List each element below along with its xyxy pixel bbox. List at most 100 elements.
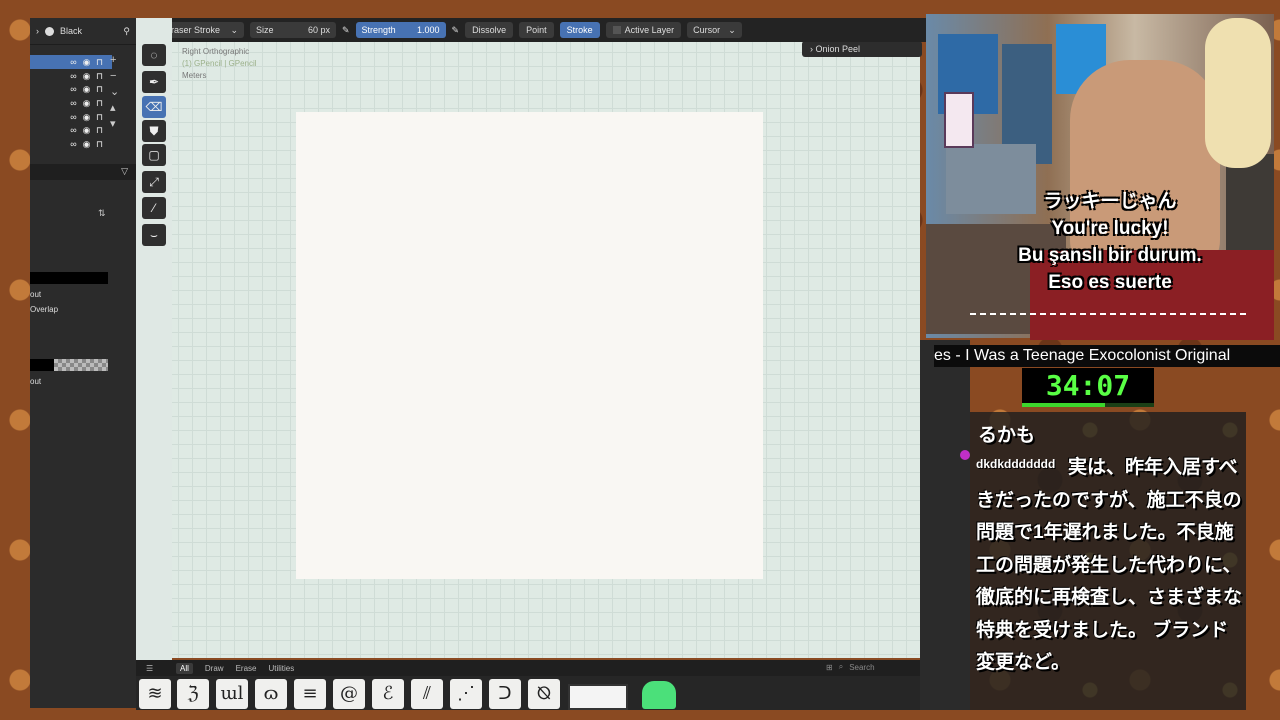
tab-utilities[interactable]: Utilities	[268, 664, 294, 673]
lock-icon: ⊓	[95, 111, 104, 122]
tint-icon[interactable]: ⤢	[142, 171, 166, 193]
brush-tile[interactable]: ɷ	[255, 679, 287, 709]
pixel-cat-sprite	[568, 684, 628, 710]
eye-icon: ◉	[82, 111, 91, 122]
outliner-panel: › Black ⚲ ∞ ◉ ⊓ ∞ ◉ ⊓ ∞ ◉ ⊓ ∞ ◉ ⊓ ∞ ◉ ⊓ ∞ ◉ ⊓ ∞ ◉ ⊓ + …	[30, 18, 136, 708]
menu-icon[interactable]: ☰	[146, 664, 153, 673]
onion-peel-panel[interactable]: › Onion Peel	[802, 41, 922, 57]
eye-icon: ◉	[82, 97, 91, 108]
chat-previous-line: るかも	[978, 425, 1036, 446]
fill-bucket-icon[interactable]: ⛊	[142, 120, 166, 142]
outliner-header: › Black ⚲	[30, 18, 136, 45]
eye-icon: ◉	[82, 70, 91, 81]
brush-tile[interactable]: @	[333, 679, 365, 709]
strength-pressure-icon[interactable]: ✎	[452, 25, 460, 36]
add-icon[interactable]: +	[110, 52, 119, 68]
object-name: (1) GPencil | GPencil	[182, 59, 257, 68]
layer-row[interactable]: ∞ ◉ ⊓	[30, 110, 112, 124]
eye-icon: ◉	[82, 56, 91, 67]
mode-dissolve-button[interactable]: Dissolve	[465, 22, 514, 38]
mode-point-button[interactable]: Point	[519, 22, 554, 38]
checkbox-icon	[612, 26, 621, 34]
option-label: Overlap	[30, 305, 59, 314]
layer-row[interactable]: ∞ ◉ ⊓	[30, 96, 112, 110]
layer-row[interactable]: ∞ ◉ ⊓	[30, 69, 112, 83]
layer-row[interactable]: ∞ ◉ ⊓	[30, 55, 112, 69]
teddy-bear	[1205, 18, 1271, 168]
alpha-swatch[interactable]	[54, 359, 108, 371]
mode-stroke-button[interactable]: Stroke	[559, 22, 600, 38]
move-down-icon[interactable]: ▾	[110, 116, 119, 132]
timer-progress-bar	[1022, 403, 1154, 407]
lock-icon: ⊓	[95, 125, 104, 136]
cursor-label: Cursor	[693, 25, 721, 35]
curve-icon[interactable]: ⌣	[142, 224, 166, 246]
chevron-down-icon: ⌄	[230, 24, 238, 35]
asset-shelf-tabs: ☰ All Draw Erase Utilities	[136, 660, 936, 676]
brush-tile[interactable]: ᑐ	[489, 679, 521, 709]
eraser-icon[interactable]: ⌫	[142, 96, 166, 118]
active-layer-toggle[interactable]: Active Layer	[605, 22, 682, 38]
color-swatch[interactable]	[30, 359, 54, 371]
brush-tile[interactable]: ⫽	[411, 679, 443, 709]
now-playing-ticker: es - I Was a Teenage Exocolonist Origina…	[934, 345, 1280, 367]
brush-tile[interactable]: ℰ	[372, 679, 404, 709]
option-label: out	[30, 290, 42, 299]
tab-erase[interactable]: Erase	[236, 664, 257, 673]
active-layer-label: Active Layer	[624, 25, 675, 35]
subtitles: ラッキーじゃん You're lucky! Bu şanslı bir duru…	[970, 188, 1250, 296]
filter-icon[interactable]: ▽	[121, 166, 128, 177]
link-icon: ∞	[70, 138, 77, 149]
tab-all[interactable]: All	[176, 662, 193, 674]
brush-tile[interactable]: ℨ	[177, 679, 209, 709]
remove-icon[interactable]: −	[110, 68, 119, 84]
layer-row[interactable]: ∞ ◉ ⊓	[30, 82, 112, 96]
timer-progress-fill	[1022, 403, 1106, 407]
size-field[interactable]: Size 60 px	[250, 22, 336, 38]
tab-draw[interactable]: Draw	[205, 664, 224, 673]
strength-label: Strength	[361, 25, 396, 35]
strength-value: 1.000	[417, 25, 440, 35]
pixel-character-sprite	[944, 92, 974, 148]
layer-row[interactable]: ∞ ◉ ⊓	[30, 137, 112, 151]
select-circle-icon[interactable]: ◌	[142, 44, 166, 66]
tool-column: ◌ ✒ ⌫ ⛊ ▢ ⤢ ⁄ ⌣	[136, 18, 172, 668]
primitive-box-icon[interactable]: ▢	[142, 144, 166, 166]
brush-tile[interactable]: ⋰	[450, 679, 482, 709]
eyedropper-icon[interactable]: ⁄	[142, 197, 166, 219]
grid-icon[interactable]: ⊞	[826, 663, 833, 672]
brush-tile[interactable]: ≡	[294, 679, 326, 709]
brush-tile[interactable]: ⦰	[528, 679, 560, 709]
subtitle-english: You're lucky!	[1051, 218, 1169, 239]
size-label: Size	[256, 25, 274, 35]
color-swatch[interactable]	[30, 272, 108, 284]
stream-timer: 34:07	[1022, 368, 1154, 404]
chevron-down-icon[interactable]: ⌄	[110, 84, 119, 100]
pin-icon[interactable]: ⚲	[123, 26, 130, 37]
link-icon: ∞	[70, 97, 77, 108]
link-icon: ∞	[70, 111, 77, 122]
brush-tile[interactable]: ≋	[139, 679, 171, 709]
layer-filter-bar[interactable]: ▽	[30, 164, 136, 180]
link-icon: ∞	[70, 125, 77, 136]
brush-tile[interactable]: ɯl	[216, 679, 248, 709]
subtitle-turkish: Bu şanslı bir durum.	[1018, 245, 1202, 266]
subtitle-divider	[970, 313, 1246, 315]
strength-field[interactable]: Strength 1.000	[355, 22, 446, 38]
link-icon: ∞	[70, 70, 77, 81]
layer-name: Black	[60, 26, 83, 36]
layer-row[interactable]: ∞ ◉ ⊓	[30, 123, 112, 137]
drawing-canvas[interactable]	[296, 112, 763, 579]
move-up-icon[interactable]: ▴	[110, 100, 119, 116]
draw-brush-icon[interactable]: ✒	[142, 71, 166, 93]
layer-side-buttons: + − ⌄ ▴ ▾	[110, 52, 119, 132]
settings-sliders-icon[interactable]: ⇅	[98, 208, 106, 219]
search-icon: ⌕	[838, 662, 844, 671]
chat-badge-icon	[960, 450, 970, 460]
lock-icon: ⊓	[95, 138, 104, 149]
cursor-dropdown[interactable]: Cursor ⌄	[687, 22, 742, 38]
view-name: Right Orthographic	[182, 47, 250, 56]
chevron-down-icon: ⌄	[728, 24, 736, 35]
pressure-pen-icon[interactable]: ✎	[342, 25, 350, 36]
expand-arrow-icon[interactable]: ›	[36, 26, 39, 36]
